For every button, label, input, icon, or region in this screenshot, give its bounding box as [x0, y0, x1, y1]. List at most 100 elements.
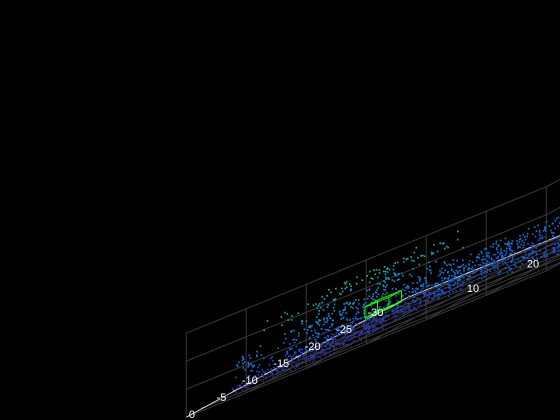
point [318, 313, 320, 315]
point [343, 303, 345, 305]
point [444, 262, 446, 265]
y-tick-mark [201, 406, 206, 409]
point [531, 242, 534, 244]
point [333, 333, 335, 336]
point [364, 331, 366, 334]
point [434, 284, 436, 286]
point [363, 328, 366, 330]
point [441, 277, 443, 279]
point [515, 265, 518, 268]
point [385, 311, 387, 314]
point [439, 269, 441, 272]
point [378, 269, 381, 271]
point [329, 317, 331, 319]
point [439, 242, 441, 245]
point [463, 277, 465, 279]
point [235, 391, 238, 394]
point [509, 248, 511, 251]
point [247, 365, 249, 368]
point [419, 277, 421, 279]
x-axis-line [405, 235, 560, 299]
point [307, 358, 310, 360]
point [431, 284, 433, 286]
point [410, 256, 412, 258]
point [523, 241, 525, 244]
point [326, 321, 328, 323]
point [407, 310, 410, 312]
point [557, 246, 559, 248]
point [497, 255, 499, 258]
point [330, 291, 332, 294]
point [325, 317, 328, 320]
point [374, 299, 376, 301]
point [323, 352, 326, 355]
point [312, 304, 315, 307]
point [247, 361, 249, 364]
point [420, 255, 422, 257]
point [352, 303, 354, 305]
point [372, 298, 374, 301]
point [301, 349, 303, 351]
point [248, 364, 250, 366]
point [354, 335, 356, 338]
point [368, 289, 371, 291]
point [437, 274, 440, 277]
point [468, 263, 470, 265]
point [516, 240, 518, 242]
point [358, 330, 360, 333]
point [313, 338, 316, 341]
point [527, 227, 530, 230]
point [482, 255, 485, 258]
point [550, 229, 552, 232]
point [378, 272, 381, 274]
point [537, 224, 539, 227]
point [414, 296, 416, 298]
point [376, 289, 378, 291]
point [486, 271, 488, 273]
point [476, 269, 479, 272]
point [389, 300, 392, 303]
point [315, 303, 317, 305]
point [323, 318, 325, 321]
point [436, 285, 438, 288]
point [548, 225, 551, 227]
point [301, 360, 303, 363]
point [455, 289, 457, 292]
point [314, 329, 316, 332]
point [456, 238, 459, 241]
point [488, 255, 490, 257]
point [528, 254, 531, 257]
point [489, 263, 491, 266]
point [554, 243, 556, 246]
point [440, 267, 443, 270]
point [539, 237, 541, 239]
point [355, 313, 357, 315]
point [328, 289, 330, 291]
point [384, 314, 387, 317]
point [393, 272, 395, 275]
point [232, 389, 235, 391]
point [554, 227, 556, 230]
point [392, 316, 394, 318]
point [367, 330, 369, 332]
point [463, 273, 466, 275]
point [360, 339, 362, 341]
point [524, 236, 526, 238]
point [453, 277, 455, 280]
point [349, 343, 352, 345]
point [440, 271, 443, 274]
point [344, 306, 347, 309]
point [422, 292, 425, 294]
point [485, 247, 488, 250]
point [503, 249, 505, 252]
point [533, 226, 536, 228]
point [495, 257, 498, 259]
point [286, 352, 288, 354]
point [432, 292, 435, 295]
point [331, 312, 333, 315]
point [258, 364, 261, 366]
point [489, 262, 492, 264]
point [554, 219, 556, 222]
point [330, 336, 332, 338]
point [300, 351, 302, 354]
